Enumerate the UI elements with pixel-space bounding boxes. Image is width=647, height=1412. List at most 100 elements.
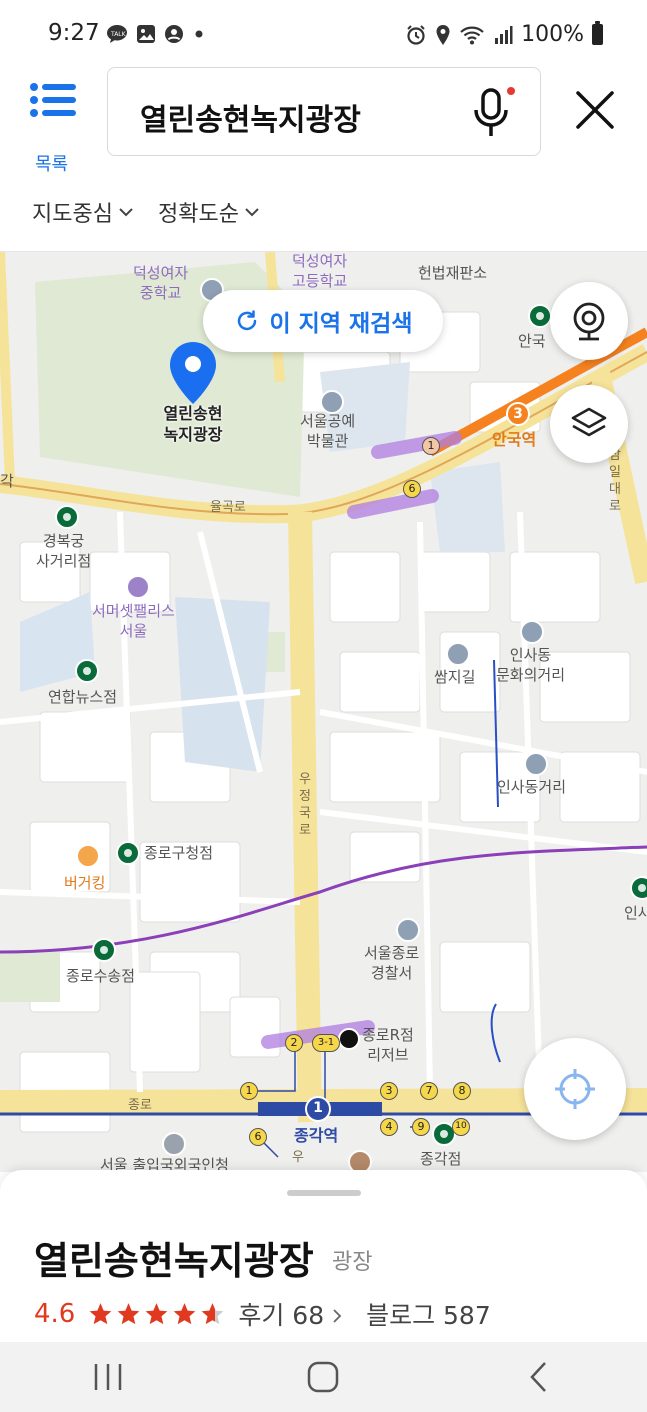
map-label-u-bottom: 우: [292, 1150, 304, 1165]
blog-count-link[interactable]: 블로그 587: [366, 1296, 491, 1332]
home-icon: [308, 1361, 339, 1393]
starbucks-icon[interactable]: [75, 659, 99, 683]
layers-button[interactable]: [550, 385, 628, 463]
starbucks-icon[interactable]: [630, 876, 647, 900]
starbucks-icon[interactable]: [116, 841, 140, 865]
camera-icon[interactable]: [446, 642, 470, 666]
battery-icon: [592, 21, 603, 45]
rating-stars: [87, 1301, 226, 1327]
sheet-drag-handle[interactable]: [287, 1190, 361, 1196]
map-label-ujeongguk-ro: 우정국로: [299, 772, 311, 838]
starbucks-icon[interactable]: [55, 505, 79, 529]
gallery-icon: [137, 25, 155, 43]
map-view[interactable]: 덕성여자 중학교 덕성여자 고등학교 헌법재판소 안국 서울공예 박물관 안국역 율곡…: [0, 252, 647, 1172]
map-label-yulgok-ro: 율곡로: [210, 500, 246, 515]
search-this-area-label: 이 지역 재검색: [269, 311, 413, 337]
recent-apps-button[interactable]: [78, 1352, 138, 1402]
exit-marker[interactable]: 10: [452, 1118, 470, 1136]
exit-marker[interactable]: 2: [285, 1034, 303, 1052]
system-nav-bar: [0, 1342, 647, 1412]
location-pin-icon[interactable]: [167, 340, 219, 406]
map-label-ins-right: 인사: [624, 904, 647, 922]
map-label-jongno-susong: 종로수송점: [66, 967, 136, 985]
map-label-jongno-gu-office: 종로구청점: [144, 844, 214, 862]
exit-marker[interactable]: 9: [412, 1118, 430, 1136]
map-label-jongno-r: 종로R점 리저브: [362, 1026, 414, 1064]
list-button[interactable]: 목록: [28, 80, 78, 175]
filter-map-center[interactable]: 지도중심: [32, 196, 134, 228]
map-label-jonggak: 종각점: [420, 1150, 462, 1168]
search-header: 목록 열린송현녹지광장 지도중심 정확도순: [0, 62, 647, 252]
microphone-icon[interactable]: [471, 86, 517, 138]
list-icon: [30, 83, 76, 117]
home-button[interactable]: [293, 1352, 353, 1402]
filter-accuracy[interactable]: 정확도순: [158, 196, 260, 228]
system-icons: 100%: [405, 21, 603, 47]
search-input[interactable]: 열린송현녹지광장: [107, 67, 541, 156]
place-name: 열린송현녹지광장: [34, 1239, 314, 1283]
line-1-badge: 1: [305, 1096, 331, 1122]
map-label-somerset: 서머셋팰리스 서울: [92, 602, 175, 640]
exit-marker[interactable]: 6: [403, 480, 421, 498]
reserve-icon[interactable]: [338, 1028, 360, 1050]
rating-row: 4.6 후기 68 블로그 587: [34, 1296, 491, 1332]
back-button[interactable]: [509, 1352, 569, 1402]
layers-icon: [571, 407, 607, 437]
filter-bar: 지도중심 정확도순: [32, 196, 260, 228]
starbucks-icon[interactable]: [528, 304, 552, 328]
hotel-icon[interactable]: [126, 575, 150, 599]
map-label-insadong-street: 인사동거리: [497, 778, 567, 796]
exit-marker[interactable]: 1: [240, 1082, 258, 1100]
map-label-insadong-culture: 인사동 문화의거리: [496, 646, 566, 684]
svg-text:TALK: TALK: [110, 31, 127, 38]
crosshair-icon: [555, 1069, 595, 1109]
filter-accuracy-label: 정확도순: [157, 202, 239, 227]
map-label-jongno-road: 종로: [128, 1098, 152, 1113]
starbucks-icon[interactable]: [92, 938, 116, 962]
map-label-jonggak-station: 종각역: [294, 1126, 339, 1145]
burgerking-icon[interactable]: [76, 844, 100, 868]
flag-icon[interactable]: [520, 620, 544, 644]
list-label: 목록: [35, 154, 69, 175]
map-label-deoksung-high: 덕성여자 고등학교: [292, 252, 348, 290]
my-location-button[interactable]: [524, 1038, 626, 1140]
flag-icon[interactable]: [524, 752, 548, 776]
exit-marker[interactable]: 8: [453, 1082, 471, 1100]
star-icon: [146, 1303, 168, 1325]
close-icon[interactable]: [573, 88, 617, 132]
exit-marker[interactable]: 3: [380, 1082, 398, 1100]
place-category: 광장: [332, 1250, 373, 1275]
exit-marker[interactable]: 6: [249, 1128, 267, 1146]
map-label-burgerking: 버거킹: [64, 874, 106, 892]
line-3-badge: 3: [506, 402, 530, 426]
green-area: [0, 952, 60, 1002]
map-label-yonhap: 연합뉴스점: [48, 688, 118, 706]
exit-marker[interactable]: 7: [420, 1082, 438, 1100]
account-icon: [165, 25, 183, 43]
landmark-icon[interactable]: [348, 1150, 372, 1172]
exit-marker[interactable]: 1: [422, 437, 440, 455]
chat-icon: TALK: [107, 25, 127, 43]
clock: 9:27: [48, 20, 100, 46]
place-bottom-sheet[interactable]: 열린송현녹지광장 광장 4.6 후기 68 블로그 587: [0, 1170, 647, 1342]
government-icon[interactable]: [162, 1132, 186, 1156]
star-icon: [174, 1303, 196, 1325]
exit-marker[interactable]: 3-1: [312, 1034, 340, 1052]
signal-icon: [495, 25, 513, 44]
map-label-ssamziegil: 쌈지길: [434, 668, 476, 686]
review-count-link[interactable]: 후기 68: [238, 1296, 342, 1332]
cctv-button[interactable]: [550, 282, 628, 360]
alarm-icon: [407, 24, 425, 45]
map-label-samildae-ro: 삼일대로: [609, 448, 621, 514]
star-icon: [90, 1303, 112, 1325]
search-query: 열린송현녹지광장: [140, 103, 361, 138]
location-icon: [436, 24, 450, 45]
exit-marker[interactable]: 4: [380, 1118, 398, 1136]
map-label-anguk-small: 안국: [518, 332, 546, 350]
map-label-anguk-station: 안국역: [492, 430, 537, 449]
museum-icon[interactable]: [320, 390, 344, 414]
police-icon[interactable]: [396, 918, 420, 942]
search-this-area-button[interactable]: 이 지역 재검색: [203, 290, 443, 352]
star-icon: [118, 1303, 140, 1325]
map-label-crafts-museum: 서울공예 박물관: [300, 412, 356, 450]
